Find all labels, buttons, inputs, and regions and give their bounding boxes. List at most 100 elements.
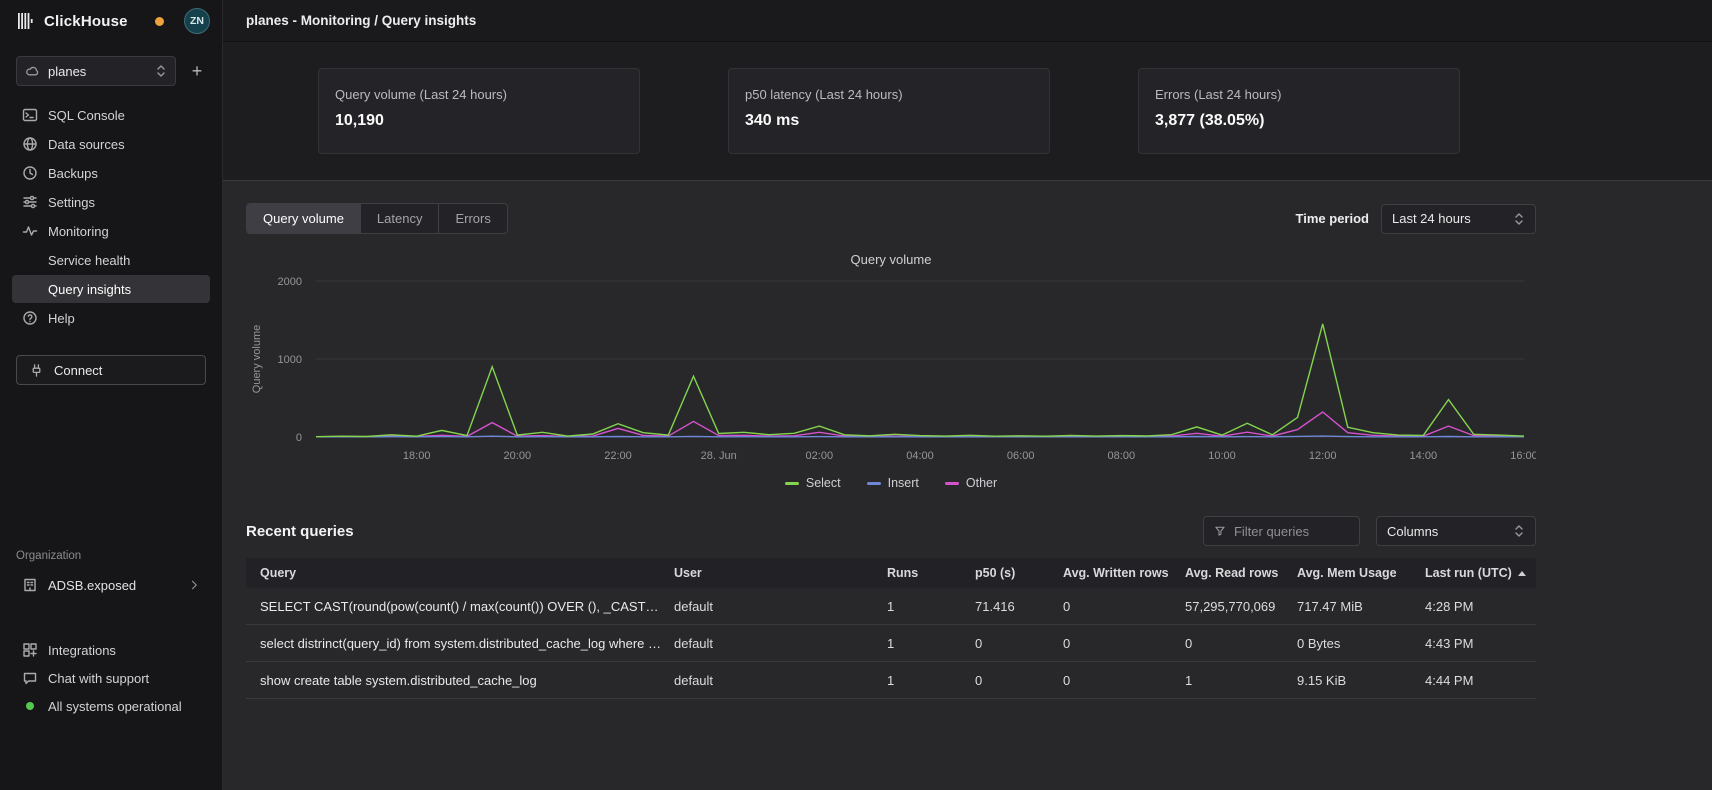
sidebar-footer: Integrations Chat with support All syste… <box>0 636 222 720</box>
column-header[interactable]: Avg. Written rows <box>1063 566 1185 580</box>
terminal-icon <box>22 107 38 123</box>
column-header[interactable]: Query <box>260 566 674 580</box>
user-avatar[interactable]: ZN <box>184 8 210 34</box>
sidebar-item-sql-console[interactable]: SQL Console <box>12 101 210 129</box>
query-cell: SELECT CAST(round(pow(count() / max(coun… <box>260 599 674 614</box>
svg-text:20:00: 20:00 <box>504 450 532 462</box>
svg-text:22:00: 22:00 <box>604 450 632 462</box>
table-cell: 71.416 <box>975 599 1063 614</box>
sidebar-item-help[interactable]: Help <box>12 304 210 332</box>
sidebar-header: ClickHouse ZN <box>0 0 222 42</box>
system-status-item[interactable]: All systems operational <box>12 692 210 720</box>
column-header[interactable]: Avg. Mem Usage <box>1297 566 1425 580</box>
svg-text:2000: 2000 <box>278 276 302 288</box>
sidebar-item-label: Data sources <box>48 137 125 152</box>
blocks-icon <box>22 642 38 658</box>
legend-label: Insert <box>888 476 919 490</box>
table-cell: 0 Bytes <box>1297 636 1425 651</box>
legend-marker-icon <box>867 482 881 485</box>
sidebar-item-label: Backups <box>48 166 98 181</box>
legend-item-insert[interactable]: Insert <box>867 476 919 490</box>
table-header-row: QueryUserRunsp50 (s)Avg. Written rowsAvg… <box>246 558 1536 588</box>
brand-title: ClickHouse <box>44 13 128 30</box>
time-period-select[interactable]: Last 24 hours <box>1381 204 1536 234</box>
content-area: Query volume Latency Errors Time period … <box>223 181 1712 790</box>
footer-item-label: Integrations <box>48 643 116 658</box>
add-service-button[interactable]: + <box>186 60 208 82</box>
table-cell: 4:44 PM <box>1425 673 1536 688</box>
service-name: planes <box>48 64 86 79</box>
columns-select[interactable]: Columns <box>1376 516 1536 546</box>
service-selector[interactable]: planes <box>16 56 176 86</box>
app-root: ClickHouse ZN planes + SQL Console <box>0 0 1712 790</box>
table-cell: 0 <box>1063 636 1185 651</box>
column-header[interactable]: Runs <box>887 566 975 580</box>
sidebar-item-data-sources[interactable]: Data sources <box>12 130 210 158</box>
pulse-icon <box>22 223 38 239</box>
sidebar-item-label: Monitoring <box>48 224 109 239</box>
table-cell: 9.15 KiB <box>1297 673 1425 688</box>
filter-queries-box[interactable] <box>1203 516 1360 546</box>
sidebar-item-label: Query insights <box>48 282 131 297</box>
connect-button[interactable]: Connect <box>16 355 206 385</box>
organization-label: Organization <box>16 550 206 562</box>
sidebar-item-backups[interactable]: Backups <box>12 159 210 187</box>
tab-latency[interactable]: Latency <box>361 204 440 233</box>
funnel-icon <box>1214 524 1226 538</box>
chevron-up-down-icon <box>1513 212 1525 226</box>
legend-label: Other <box>966 476 997 490</box>
sidebar-item-integrations[interactable]: Integrations <box>12 636 210 664</box>
column-header[interactable]: Last run (UTC) <box>1425 566 1536 580</box>
footer-item-label: All systems operational <box>48 699 182 714</box>
chevron-right-icon <box>188 579 200 591</box>
service-row: planes + <box>16 56 208 86</box>
recent-queries-title: Recent queries <box>246 523 354 540</box>
sidebar-item-chat-support[interactable]: Chat with support <box>12 664 210 692</box>
table-cell: 57,295,770,069 <box>1185 599 1297 614</box>
table-cell: 717.47 MiB <box>1297 599 1425 614</box>
filter-queries-input[interactable] <box>1234 524 1349 539</box>
table-row[interactable]: show create table system.distributed_cac… <box>246 662 1536 699</box>
query-cell: show create table system.distributed_cac… <box>260 673 674 688</box>
chevron-up-down-icon <box>155 64 167 78</box>
time-period-label: Time period <box>1296 211 1369 226</box>
column-header[interactable]: Avg. Read rows <box>1185 566 1297 580</box>
sidebar: ClickHouse ZN planes + SQL Console <box>0 0 223 790</box>
sidebar-item-query-insights[interactable]: Query insights <box>12 275 210 303</box>
main-area: planes - Monitoring / Query insights Que… <box>223 0 1712 790</box>
stat-label: Query volume (Last 24 hours) <box>335 87 623 102</box>
time-period-value: Last 24 hours <box>1392 211 1471 226</box>
tab-query-volume[interactable]: Query volume <box>247 204 361 233</box>
chevron-up-down-icon <box>1513 524 1525 538</box>
legend-label: Select <box>806 476 841 490</box>
table-cell: 1 <box>887 599 975 614</box>
table-cell: default <box>674 673 887 688</box>
sidebar-item-label: SQL Console <box>48 108 125 123</box>
green-status-dot-icon <box>26 702 34 710</box>
query-cell: select distrinct(query_id) from system.d… <box>260 636 674 651</box>
table-cell: 1 <box>1185 673 1297 688</box>
tab-errors[interactable]: Errors <box>439 204 506 233</box>
table-row[interactable]: select distrinct(query_id) from system.d… <box>246 625 1536 662</box>
sidebar-item-monitoring[interactable]: Monitoring <box>12 217 210 245</box>
column-header[interactable]: p50 (s) <box>975 566 1063 580</box>
stat-card-p50-latency: p50 latency (Last 24 hours) 340 ms <box>728 68 1050 154</box>
stat-label: Errors (Last 24 hours) <box>1155 87 1443 102</box>
chart-tabs: Query volume Latency Errors <box>246 203 508 234</box>
sidebar-item-service-health[interactable]: Service health <box>12 246 210 274</box>
sidebar-item-settings[interactable]: Settings <box>12 188 210 216</box>
legend-item-other[interactable]: Other <box>945 476 997 490</box>
clock-icon <box>22 165 38 181</box>
sort-caret-icon <box>1518 571 1526 576</box>
legend-item-select[interactable]: Select <box>785 476 841 490</box>
stat-card-errors: Errors (Last 24 hours) 3,877 (38.05%) <box>1138 68 1460 154</box>
table-row[interactable]: SELECT CAST(round(pow(count() / max(coun… <box>246 588 1536 625</box>
breadcrumb: planes - Monitoring / Query insights <box>246 13 476 28</box>
column-header[interactable]: User <box>674 566 887 580</box>
cloud-icon <box>25 64 40 79</box>
organization-switcher[interactable]: ADSB.exposed <box>12 570 210 600</box>
svg-text:Query volume: Query volume <box>251 325 263 393</box>
clickhouse-logo-icon <box>16 12 36 30</box>
svg-text:14:00: 14:00 <box>1410 450 1438 462</box>
svg-text:04:00: 04:00 <box>906 450 934 462</box>
